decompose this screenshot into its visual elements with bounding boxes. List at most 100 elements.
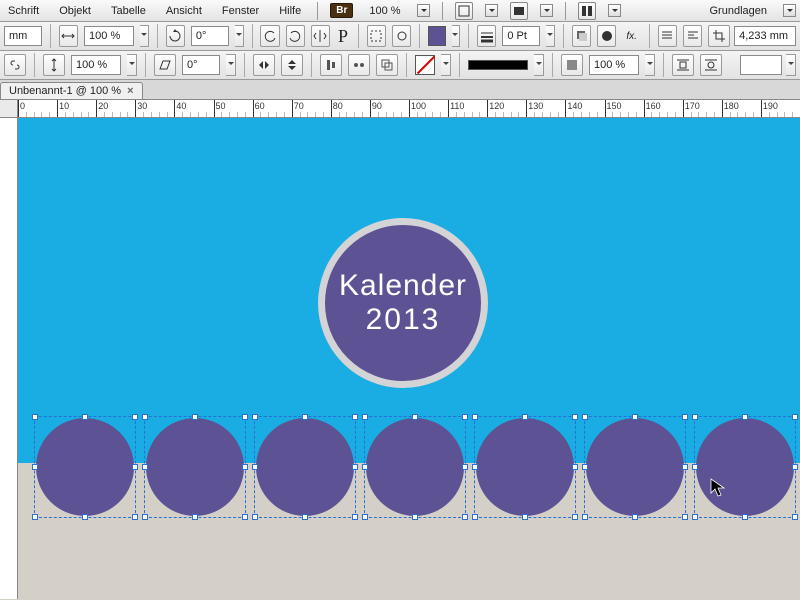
corner-field[interactable]: [740, 55, 782, 75]
stroke-style-dropdown-icon[interactable]: [534, 54, 544, 76]
separator: [552, 53, 553, 77]
width-icon[interactable]: [59, 25, 78, 47]
flip-h-icon[interactable]: [253, 54, 275, 76]
shear-field[interactable]: 0°: [182, 55, 220, 75]
zoom-level-display[interactable]: 100 %: [365, 5, 404, 17]
menu-fenster[interactable]: Fenster: [218, 3, 263, 19]
align-icon[interactable]: [320, 54, 342, 76]
screen-mode-icon[interactable]: [510, 2, 528, 20]
separator: [311, 53, 312, 77]
y-field[interactable]: mm: [4, 26, 42, 46]
measure-field[interactable]: 4,233 mm: [734, 26, 796, 46]
separator: [468, 24, 469, 48]
control-bar-row2: 100 % 0° 100 %: [0, 51, 800, 80]
effects-icon[interactable]: [572, 25, 591, 47]
month-circle[interactable]: [696, 418, 794, 516]
stroke-weight-icon[interactable]: [477, 25, 496, 47]
text-wrap-2-icon[interactable]: [683, 25, 702, 47]
workspace-dropdown-icon[interactable]: [783, 4, 796, 17]
rotate-cw-icon[interactable]: [286, 25, 305, 47]
ruler-tick-label: 170: [685, 101, 700, 111]
stroke-weight-field[interactable]: 0 Pt: [502, 26, 540, 46]
vertical-ruler[interactable]: [0, 118, 18, 599]
ruler-origin-icon[interactable]: [0, 100, 18, 118]
corner-dropdown-icon[interactable]: [786, 54, 796, 76]
menu-schrift[interactable]: Schrift: [4, 3, 43, 19]
fx-label[interactable]: fx.: [622, 31, 641, 42]
canvas-area[interactable]: Kalender 2013: [0, 118, 800, 599]
screen-mode-dropdown-icon[interactable]: [540, 4, 553, 17]
title-text-line2: 2013: [366, 303, 441, 337]
scale-y-dropdown-icon[interactable]: [127, 54, 137, 76]
month-circle[interactable]: [366, 418, 464, 516]
menu-hilfe[interactable]: Hilfe: [275, 3, 305, 19]
menubar-divider: [317, 2, 318, 20]
flip-v-icon[interactable]: [281, 54, 303, 76]
document-tab[interactable]: Unbenannt-1 @ 100 % ×: [0, 82, 143, 99]
ruler-tick-label: 20: [98, 101, 108, 111]
month-circle[interactable]: [256, 418, 354, 516]
opacity-dropdown-icon[interactable]: [645, 54, 655, 76]
height-icon[interactable]: [43, 54, 65, 76]
app-menubar: Schrift Objekt Tabelle Ansicht Fenster H…: [0, 0, 800, 22]
menu-ansicht[interactable]: Ansicht: [162, 3, 206, 19]
arrange-documents-icon[interactable]: [578, 2, 596, 20]
opacity-field[interactable]: 100 %: [589, 55, 639, 75]
rotate-field[interactable]: 0°: [191, 26, 229, 46]
view-mode-dropdown-icon[interactable]: [485, 4, 498, 17]
small-circles-row: [36, 418, 794, 516]
stroke-color-swatch[interactable]: [415, 55, 435, 75]
zoom-dropdown-icon[interactable]: [417, 4, 430, 17]
stroke-weight-dropdown-icon[interactable]: [546, 25, 555, 47]
artboard[interactable]: Kalender 2013: [18, 118, 800, 599]
arrange-dropdown-icon[interactable]: [608, 4, 621, 17]
month-circle[interactable]: [476, 418, 574, 516]
menubar-divider: [442, 2, 443, 20]
rotate-ccw-icon[interactable]: [260, 25, 279, 47]
fill-color-swatch[interactable]: [428, 26, 445, 46]
ruler-tick-label: 130: [528, 101, 543, 111]
workspace-selector[interactable]: Grundlagen: [706, 3, 772, 19]
link-icon[interactable]: [4, 54, 26, 76]
menu-tabelle[interactable]: Tabelle: [107, 3, 150, 19]
rotate-icon[interactable]: [166, 25, 185, 47]
document-tab-row: Unbenannt-1 @ 100 % ×: [0, 80, 800, 100]
horizontal-ruler[interactable]: 0102030405060708090100110120130140150160…: [0, 100, 800, 118]
ruler-tick-label: 150: [607, 101, 622, 111]
stroke-style-selector[interactable]: [468, 60, 528, 70]
text-wrap-icon[interactable]: [658, 25, 677, 47]
shear-dropdown-icon[interactable]: [226, 54, 236, 76]
stroke-dropdown-icon[interactable]: [441, 54, 451, 76]
ruler-tick-label: 90: [372, 101, 382, 111]
distribute-icon[interactable]: [348, 54, 370, 76]
scale-x-field[interactable]: 100 %: [84, 26, 134, 46]
pathfinder-icon[interactable]: [376, 54, 398, 76]
view-mode-normal-icon[interactable]: [455, 2, 473, 20]
close-tab-icon[interactable]: ×: [127, 85, 133, 97]
scale-y-field[interactable]: 100 %: [71, 55, 121, 75]
separator: [649, 24, 650, 48]
month-circle[interactable]: [146, 418, 244, 516]
title-circle[interactable]: Kalender 2013: [318, 218, 488, 388]
separator: [157, 24, 158, 48]
paragraph-icon[interactable]: P: [336, 26, 350, 47]
crop-icon[interactable]: [708, 25, 730, 47]
ruler-tick-label: 100: [411, 101, 426, 111]
wrap-bounding-icon[interactable]: [672, 54, 694, 76]
fill-dropdown-icon[interactable]: [452, 25, 461, 47]
opacity-icon[interactable]: [561, 54, 583, 76]
rotate-dropdown-icon[interactable]: [235, 25, 244, 47]
month-circle[interactable]: [586, 418, 684, 516]
title-text-line1: Kalender: [339, 269, 467, 303]
drop-shadow-icon[interactable]: [597, 25, 616, 47]
select-content-icon[interactable]: [392, 25, 411, 47]
wrap-shape-icon[interactable]: [700, 54, 722, 76]
select-container-icon[interactable]: [367, 25, 386, 47]
shear-icon[interactable]: [154, 54, 176, 76]
menu-objekt[interactable]: Objekt: [55, 3, 95, 19]
bridge-button[interactable]: Br: [330, 3, 353, 18]
scale-x-dropdown-icon[interactable]: [140, 25, 149, 47]
flip-icon[interactable]: [311, 25, 330, 47]
month-circle[interactable]: [36, 418, 134, 516]
ruler-tick-label: 140: [567, 101, 582, 111]
